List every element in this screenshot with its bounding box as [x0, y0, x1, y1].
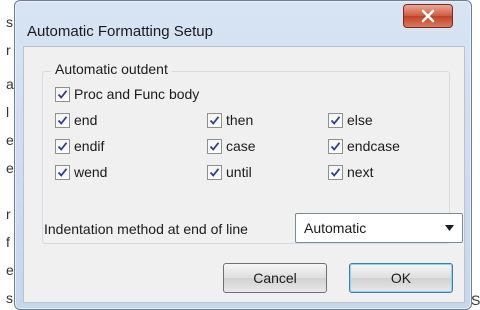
- checkbox-box[interactable]: [207, 164, 222, 180]
- then-checkbox[interactable]: then: [207, 112, 253, 128]
- background-char: r: [6, 42, 11, 58]
- checkbox-label: wend: [74, 164, 108, 180]
- ok-button[interactable]: OK: [349, 263, 453, 293]
- dialog-window: Automatic Formatting Setup Automatic out…: [14, 0, 472, 310]
- checkbox-box[interactable]: [207, 112, 222, 128]
- checkmark-icon: [57, 141, 68, 151]
- checkmark-icon: [330, 167, 341, 177]
- proc-func-body-checkbox[interactable]: Proc and Func body: [55, 86, 199, 102]
- checkbox-label: then: [226, 112, 254, 128]
- background-char: f: [6, 234, 10, 250]
- end-checkbox[interactable]: end: [55, 112, 97, 128]
- close-button[interactable]: [403, 4, 453, 28]
- background-char: r: [6, 206, 11, 222]
- checkbox-box[interactable]: [55, 164, 70, 180]
- window-title: Automatic Formatting Setup: [27, 23, 213, 40]
- checkmark-icon: [209, 115, 220, 125]
- checkmark-icon: [330, 115, 341, 125]
- background-char: s: [6, 14, 13, 30]
- dialog-client-area: Automatic outdent Proc and Func body end…: [23, 46, 465, 303]
- checkbox-box[interactable]: [55, 86, 70, 102]
- checkbox-box[interactable]: [328, 112, 343, 128]
- checkbox-box[interactable]: [328, 138, 343, 154]
- checkbox-label: endcase: [347, 138, 400, 154]
- background-char: S: [471, 292, 480, 308]
- background-char: a: [6, 76, 14, 92]
- group-label: Automatic outdent: [51, 61, 172, 77]
- cancel-button[interactable]: Cancel: [223, 263, 327, 293]
- checkmark-icon: [57, 115, 68, 125]
- select-value: Automatic: [304, 220, 367, 236]
- checkmark-icon: [209, 141, 220, 151]
- checkbox-label: end: [74, 112, 98, 128]
- background-char: e: [6, 262, 14, 278]
- checkbox-box[interactable]: [55, 112, 70, 128]
- checkmark-icon: [57, 167, 68, 177]
- checkbox-box[interactable]: [207, 138, 222, 154]
- indentation-method-label: Indentation method at end of line: [44, 221, 248, 237]
- chevron-down-icon[interactable]: [445, 225, 454, 231]
- checkbox-label: endif: [74, 138, 105, 154]
- close-icon: [421, 9, 435, 23]
- wend-checkbox[interactable]: wend: [55, 164, 107, 180]
- next-checkbox[interactable]: next: [328, 164, 373, 180]
- endif-checkbox[interactable]: endif: [55, 138, 104, 154]
- checkbox-label: case: [226, 138, 256, 154]
- checkbox-label: else: [347, 112, 373, 128]
- checkmark-icon: [330, 141, 341, 151]
- else-checkbox[interactable]: else: [328, 112, 373, 128]
- checkmark-icon: [57, 89, 68, 99]
- checkbox-label: next: [347, 164, 374, 180]
- title-bar[interactable]: Automatic Formatting Setup: [15, 1, 471, 45]
- checkbox-label: Proc and Func body: [74, 86, 200, 102]
- background-char: e: [6, 132, 14, 148]
- background-char: s: [6, 290, 13, 306]
- background-char: l: [6, 104, 10, 120]
- until-checkbox[interactable]: until: [207, 164, 252, 180]
- checkbox-label: until: [226, 164, 252, 180]
- indentation-method-select[interactable]: Automatic: [295, 213, 463, 243]
- background-char: e: [6, 160, 14, 176]
- checkbox-box[interactable]: [328, 164, 343, 180]
- checkmark-icon: [209, 167, 220, 177]
- checkbox-box[interactable]: [55, 138, 70, 154]
- endcase-checkbox[interactable]: endcase: [328, 138, 400, 154]
- case-checkbox[interactable]: case: [207, 138, 256, 154]
